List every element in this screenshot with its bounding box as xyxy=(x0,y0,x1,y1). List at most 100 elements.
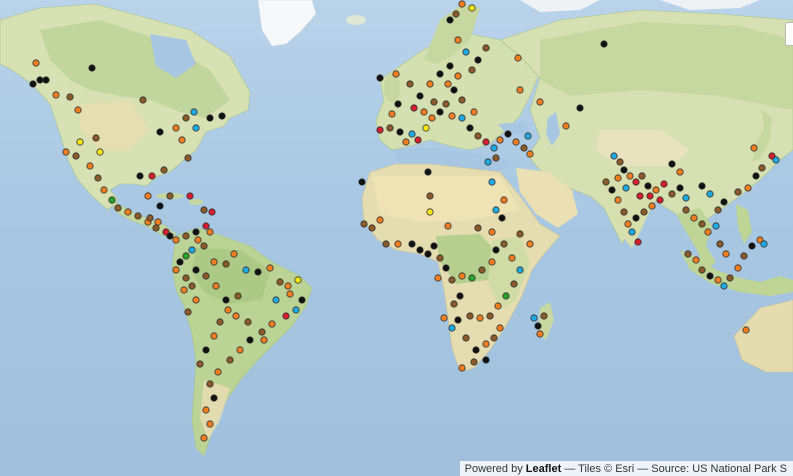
map-marker[interactable] xyxy=(414,136,422,144)
map-marker[interactable] xyxy=(182,252,190,260)
map-marker[interactable] xyxy=(436,70,444,78)
map-marker[interactable] xyxy=(428,114,436,122)
map-marker[interactable] xyxy=(180,286,188,294)
map-marker[interactable] xyxy=(484,158,492,166)
map-marker[interactable] xyxy=(492,246,500,254)
map-marker[interactable] xyxy=(536,98,544,106)
map-marker[interactable] xyxy=(684,250,692,258)
map-marker[interactable] xyxy=(292,306,300,314)
map-marker[interactable] xyxy=(430,98,438,106)
map-marker[interactable] xyxy=(358,178,366,186)
map-marker[interactable] xyxy=(92,134,100,142)
map-marker[interactable] xyxy=(206,420,214,428)
map-marker[interactable] xyxy=(466,124,474,132)
map-marker[interactable] xyxy=(504,130,512,138)
map-marker[interactable] xyxy=(222,260,230,268)
map-marker[interactable] xyxy=(216,318,224,326)
map-marker[interactable] xyxy=(668,190,676,198)
map-marker[interactable] xyxy=(446,16,454,24)
map-marker[interactable] xyxy=(376,126,384,134)
map-marker[interactable] xyxy=(468,274,476,282)
map-marker[interactable] xyxy=(406,80,414,88)
map-marker[interactable] xyxy=(740,252,748,260)
map-marker[interactable] xyxy=(698,182,706,190)
map-marker[interactable] xyxy=(510,280,518,288)
map-marker[interactable] xyxy=(392,70,400,78)
map-marker[interactable] xyxy=(516,86,524,94)
map-marker[interactable] xyxy=(410,104,418,112)
map-marker[interactable] xyxy=(424,168,432,176)
map-marker[interactable] xyxy=(458,114,466,122)
map-marker[interactable] xyxy=(712,222,720,230)
map-marker[interactable] xyxy=(448,276,456,284)
map-marker[interactable] xyxy=(436,108,444,116)
map-marker[interactable] xyxy=(652,186,660,194)
map-marker[interactable] xyxy=(202,272,210,280)
map-marker[interactable] xyxy=(234,292,242,300)
map-marker[interactable] xyxy=(758,164,766,172)
map-marker[interactable] xyxy=(440,314,448,322)
map-marker[interactable] xyxy=(444,222,452,230)
map-marker[interactable] xyxy=(218,112,226,120)
map-marker[interactable] xyxy=(450,300,458,308)
map-marker[interactable] xyxy=(478,266,486,274)
map-marker[interactable] xyxy=(470,358,478,366)
map-marker[interactable] xyxy=(202,222,210,230)
map-marker[interactable] xyxy=(166,192,174,200)
map-marker[interactable] xyxy=(476,314,484,322)
map-marker[interactable] xyxy=(490,334,498,342)
map-marker[interactable] xyxy=(114,204,122,212)
map-marker[interactable] xyxy=(96,148,104,156)
map-marker[interactable] xyxy=(632,214,640,222)
map-marker[interactable] xyxy=(172,124,180,132)
map-marker[interactable] xyxy=(488,178,496,186)
map-marker[interactable] xyxy=(644,182,652,190)
map-marker[interactable] xyxy=(524,132,532,140)
map-marker[interactable] xyxy=(224,306,232,314)
map-marker[interactable] xyxy=(488,228,496,236)
map-marker[interactable] xyxy=(750,144,758,152)
map-marker[interactable] xyxy=(298,296,306,304)
map-marker[interactable] xyxy=(562,122,570,130)
map-marker[interactable] xyxy=(660,180,668,188)
map-marker[interactable] xyxy=(188,246,196,254)
map-marker[interactable] xyxy=(676,168,684,176)
map-marker[interactable] xyxy=(468,66,476,74)
map-marker[interactable] xyxy=(640,208,648,216)
map-marker[interactable] xyxy=(516,266,524,274)
map-marker[interactable] xyxy=(206,228,214,236)
map-marker[interactable] xyxy=(512,138,520,146)
map-marker[interactable] xyxy=(192,266,200,274)
map-marker[interactable] xyxy=(29,80,37,88)
map-marker[interactable] xyxy=(246,336,254,344)
map-marker[interactable] xyxy=(192,228,200,236)
map-marker[interactable] xyxy=(222,296,230,304)
map-marker[interactable] xyxy=(210,332,218,340)
map-marker[interactable] xyxy=(622,184,630,192)
map-marker[interactable] xyxy=(416,246,424,254)
map-marker[interactable] xyxy=(134,212,142,220)
map-marker[interactable] xyxy=(482,138,490,146)
map-marker[interactable] xyxy=(482,44,490,52)
map-marker[interactable] xyxy=(726,274,734,282)
map-marker[interactable] xyxy=(632,178,640,186)
map-marker[interactable] xyxy=(202,346,210,354)
map-marker[interactable] xyxy=(734,188,742,196)
map-marker[interactable] xyxy=(486,312,494,320)
map-marker[interactable] xyxy=(540,312,548,320)
map-marker[interactable] xyxy=(520,144,528,152)
map-marker[interactable] xyxy=(194,236,202,244)
map-marker[interactable] xyxy=(166,232,174,240)
map-marker[interactable] xyxy=(178,136,186,144)
map-marker[interactable] xyxy=(502,292,510,300)
map-marker[interactable] xyxy=(436,254,444,262)
map-marker[interactable] xyxy=(244,318,252,326)
map-marker[interactable] xyxy=(172,236,180,244)
map-marker[interactable] xyxy=(714,206,722,214)
map-marker[interactable] xyxy=(482,356,490,364)
map-marker[interactable] xyxy=(628,228,636,236)
map-marker[interactable] xyxy=(682,206,690,214)
map-marker[interactable] xyxy=(76,138,84,146)
map-marker[interactable] xyxy=(192,124,200,132)
map-marker[interactable] xyxy=(462,48,470,56)
